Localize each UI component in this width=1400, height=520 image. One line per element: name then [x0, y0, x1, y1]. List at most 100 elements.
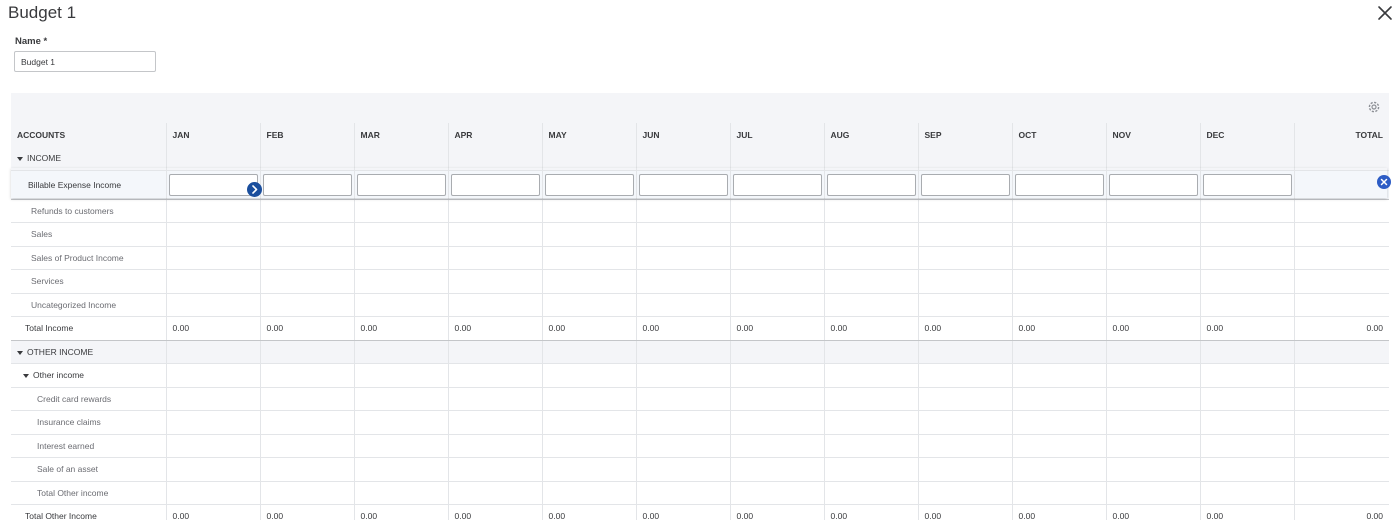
- column-header-total: TOTAL: [1293, 123, 1389, 147]
- amount-input-aug[interactable]: [826, 173, 916, 196]
- total-value-jan: 0.00: [165, 504, 260, 520]
- total-value-feb: 0.00: [259, 504, 354, 520]
- total-label: Total Income: [11, 316, 166, 341]
- total-value-nov: 0.00: [1105, 316, 1200, 341]
- name-field-label: Name *: [15, 36, 48, 47]
- account-label: Uncategorized Income: [11, 293, 166, 317]
- account-label: Sale of an asset: [11, 457, 166, 482]
- total-row-income: Total Income 0.00 0.00 0.00 0.00 0.00 0.…: [11, 316, 1389, 341]
- total-value-nov: 0.00: [1105, 504, 1200, 520]
- total-label: Total Other Income: [11, 504, 166, 520]
- total-value-total: 0.00: [1293, 504, 1389, 520]
- table-row[interactable]: Sale of an asset: [11, 457, 1389, 482]
- budget-grid: ACCOUNTS JAN FEB MAR APR MAY JUN JUL AUG…: [11, 93, 1389, 520]
- column-header-apr: APR: [447, 123, 542, 147]
- column-header-accounts: ACCOUNTS: [11, 123, 166, 147]
- column-header-row: ACCOUNTS JAN FEB MAR APR MAY JUN JUL AUG…: [11, 123, 1389, 147]
- collapse-caret-icon[interactable]: [23, 374, 29, 378]
- total-value-aug: 0.00: [823, 316, 918, 341]
- amount-input-feb[interactable]: [262, 173, 352, 196]
- total-value-aug: 0.00: [823, 504, 918, 520]
- table-row[interactable]: Insurance claims: [11, 410, 1389, 435]
- amount-input-may[interactable]: [544, 173, 634, 196]
- subgroup-row-other-income[interactable]: Other income: [11, 363, 1389, 388]
- total-row-other-income: Total Other Income 0.00 0.00 0.00 0.00 0…: [11, 504, 1389, 520]
- close-button[interactable]: [1376, 4, 1394, 22]
- account-label: Refunds to customers: [11, 199, 166, 223]
- total-value-mar: 0.00: [353, 316, 448, 341]
- column-header-nov: NOV: [1105, 123, 1200, 147]
- column-header-aug: AUG: [823, 123, 918, 147]
- total-value-mar: 0.00: [353, 504, 448, 520]
- total-value-sep: 0.00: [917, 504, 1012, 520]
- amount-input-dec[interactable]: [1202, 173, 1292, 196]
- column-header-may: MAY: [541, 123, 636, 147]
- page-title: Budget 1: [8, 3, 77, 22]
- account-label: Sales: [11, 222, 166, 247]
- amount-input-oct[interactable]: [1014, 173, 1104, 196]
- gear-icon: [1368, 101, 1380, 113]
- total-value-jan: 0.00: [165, 316, 260, 341]
- amount-input-mar[interactable]: [356, 173, 446, 196]
- edit-row-total-cell: [1293, 169, 1389, 200]
- total-value-total: 0.00: [1293, 316, 1389, 341]
- table-row[interactable]: Sales: [11, 222, 1389, 247]
- table-row[interactable]: Sales of Product Income: [11, 246, 1389, 270]
- account-label: Credit card rewards: [11, 387, 166, 411]
- amount-input-jan[interactable]: [168, 173, 258, 196]
- column-header-mar: MAR: [353, 123, 448, 147]
- grid-toolbar: [11, 93, 1389, 123]
- account-label: Services: [11, 269, 166, 294]
- subgroup-total-label: Total Other income: [11, 481, 166, 505]
- section-label-other-income[interactable]: OTHER INCOME: [11, 340, 166, 364]
- total-value-may: 0.00: [541, 504, 636, 520]
- section-row-other-income[interactable]: OTHER INCOME: [11, 340, 1389, 364]
- table-row[interactable]: Refunds to customers: [11, 199, 1389, 223]
- dialog-header: Budget 1: [0, 0, 1400, 30]
- subgroup-label-other-income[interactable]: Other income: [11, 363, 166, 388]
- clear-row-button[interactable]: [1377, 175, 1391, 189]
- budget-name-input[interactable]: [14, 51, 156, 72]
- section-label-income[interactable]: INCOME: [11, 146, 166, 171]
- total-value-apr: 0.00: [447, 504, 542, 520]
- total-value-jun: 0.00: [635, 316, 730, 341]
- table-row: Total Other income: [11, 481, 1389, 505]
- total-value-dec: 0.00: [1199, 316, 1294, 341]
- amount-input-apr[interactable]: [450, 173, 540, 196]
- table-row[interactable]: Uncategorized Income: [11, 293, 1389, 317]
- account-label: Interest earned: [11, 434, 166, 458]
- next-cell-button[interactable]: [247, 182, 262, 197]
- column-header-dec: DEC: [1199, 123, 1294, 147]
- table-row[interactable]: Services: [11, 269, 1389, 294]
- clear-icon: [1380, 178, 1388, 186]
- amount-input-jun[interactable]: [638, 173, 728, 196]
- account-label: Sales of Product Income: [11, 246, 166, 270]
- column-header-sep: SEP: [917, 123, 1012, 147]
- collapse-caret-icon[interactable]: [17, 156, 23, 161]
- table-row[interactable]: Credit card rewards: [11, 387, 1389, 411]
- column-header-oct: OCT: [1011, 123, 1106, 147]
- total-value-jun: 0.00: [635, 504, 730, 520]
- total-value-jul: 0.00: [729, 316, 824, 341]
- grid-settings-button[interactable]: [1367, 100, 1381, 114]
- total-value-sep: 0.00: [917, 316, 1012, 341]
- total-value-feb: 0.00: [259, 316, 354, 341]
- total-value-oct: 0.00: [1011, 504, 1106, 520]
- table-row[interactable]: Interest earned: [11, 434, 1389, 458]
- total-value-may: 0.00: [541, 316, 636, 341]
- section-row-income[interactable]: INCOME: [11, 146, 1389, 171]
- collapse-caret-icon[interactable]: [17, 350, 23, 355]
- close-icon: [1378, 6, 1392, 20]
- amount-input-jul[interactable]: [732, 173, 822, 196]
- edit-row-billable-expense-income[interactable]: Billable Expense Income: [11, 169, 1389, 200]
- budget-table: ACCOUNTS JAN FEB MAR APR MAY JUN JUL AUG…: [11, 123, 1389, 520]
- amount-input-nov[interactable]: [1108, 173, 1198, 196]
- total-value-oct: 0.00: [1011, 316, 1106, 341]
- amount-input-sep[interactable]: [920, 173, 1010, 196]
- chevron-right-icon: [252, 185, 258, 194]
- column-header-jun: JUN: [635, 123, 730, 147]
- total-value-apr: 0.00: [447, 316, 542, 341]
- account-label: Insurance claims: [11, 410, 166, 435]
- column-header-jul: JUL: [729, 123, 824, 147]
- column-header-feb: FEB: [259, 123, 354, 147]
